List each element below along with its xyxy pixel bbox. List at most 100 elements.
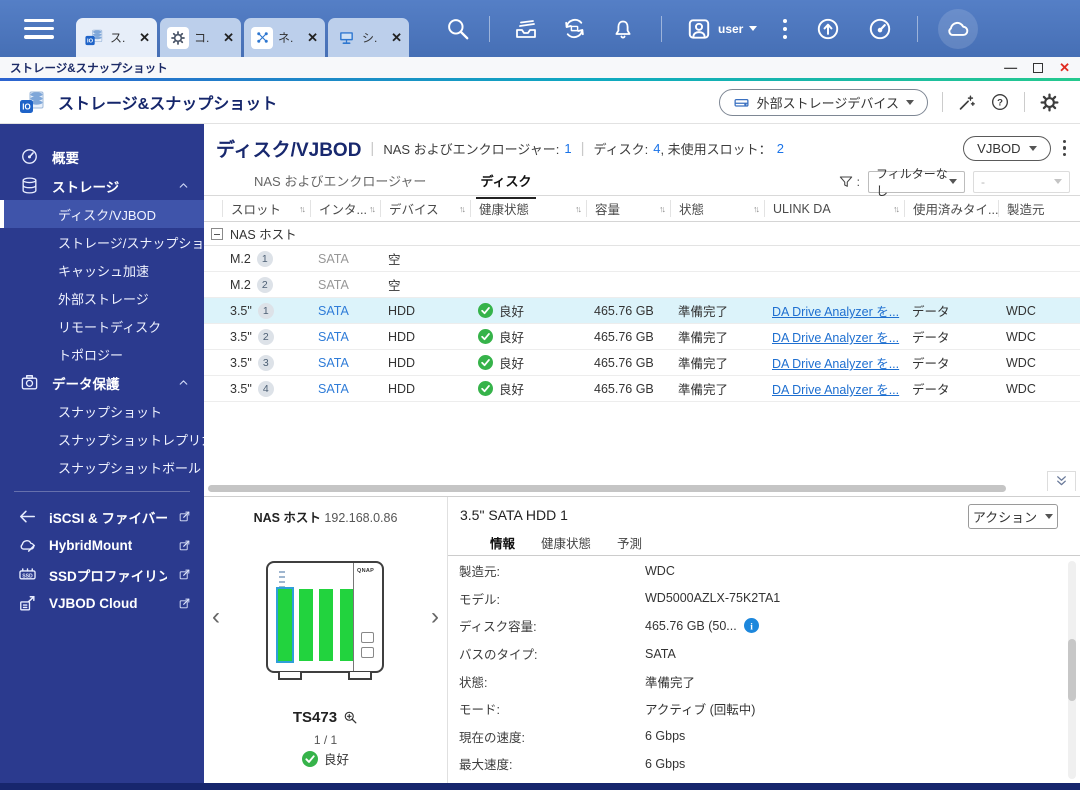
cell-interface[interactable]: SATA: [310, 382, 380, 396]
column-header-ULINK DA[interactable]: ULINK DA ↑↓: [764, 200, 904, 217]
app-tab-3[interactable]: ネ. ✕: [244, 18, 325, 57]
app-tab-1[interactable]: IO ス. ✕: [76, 18, 157, 57]
settings-gear-icon[interactable]: [1039, 92, 1060, 113]
ulink-da-link[interactable]: DA Drive Analyzer を...: [772, 379, 899, 398]
column-header-スロット[interactable]: スロット ↑↓: [222, 200, 310, 217]
previous-enclosure-icon[interactable]: ‹: [212, 605, 220, 629]
sidebar-external-iSCSI & ファイバーチ...[interactable]: iSCSI & ファイバーチ...: [0, 502, 204, 531]
close-tab-icon[interactable]: ✕: [139, 30, 150, 46]
column-header-製造元[interactable]: 製造元: [998, 200, 1080, 217]
detail-tab-予測[interactable]: 予測: [617, 533, 642, 552]
sync-icon[interactable]: [562, 16, 587, 41]
magic-wand-icon[interactable]: [957, 93, 976, 112]
sidebar-external-HybridMount[interactable]: HybridMount: [0, 531, 204, 560]
collapse-panel-button[interactable]: [1047, 471, 1076, 491]
help-icon[interactable]: ?: [990, 92, 1010, 112]
page-more-options-icon[interactable]: [1062, 139, 1066, 157]
detail-field-label: 現在の速度:: [459, 730, 525, 745]
sort-icon[interactable]: ↑↓: [893, 204, 900, 214]
app-tab-4[interactable]: シ. ✕: [328, 18, 409, 57]
column-header-使用済みタイ...[interactable]: 使用済みタイ...: [904, 200, 998, 217]
tab-ディスク[interactable]: ディスク: [476, 166, 536, 199]
sidebar-subitem-スナップショットレプリカ[interactable]: スナップショットレプリカ: [0, 425, 204, 453]
table-row-disk-3.5"-4[interactable]: 3.5" 4 SATA HDD 良好 465.76 GB 準備完了 DA Drive Anal…: [204, 376, 1080, 402]
chevron-up-icon[interactable]: [177, 179, 190, 192]
main-menu-icon[interactable]: [24, 18, 54, 39]
sidebar-subitem-ストレージ/スナップショ...[interactable]: ストレージ/スナップショ...: [0, 228, 204, 256]
vertical-scrollbar[interactable]: [1068, 561, 1076, 779]
search-icon[interactable]: [445, 16, 471, 42]
background-tasks-icon[interactable]: [815, 16, 841, 42]
zoom-in-icon[interactable]: [343, 710, 358, 725]
table-row-disk-3.5"-2[interactable]: 3.5" 2 SATA HDD 良好 465.76 GB 準備完了 DA Drive Anal…: [204, 324, 1080, 350]
sidebar-item-概要[interactable]: 概要: [0, 142, 204, 171]
filter-secondary-dropdown[interactable]: -: [973, 170, 1070, 193]
column-header-デバイス[interactable]: デバイス ↑↓: [380, 200, 470, 217]
action-button[interactable]: アクション: [968, 504, 1058, 529]
sidebar-item-ストレージ[interactable]: ストレージ: [0, 171, 204, 200]
drive-bay-4[interactable]: [339, 589, 354, 661]
detail-tab-健康状態[interactable]: 健康状態: [541, 533, 591, 552]
minimize-icon[interactable]: —: [1004, 61, 1017, 74]
maximize-icon[interactable]: [1033, 62, 1044, 73]
column-header-インタ...[interactable]: インタ... ↑↓: [310, 200, 380, 217]
detail-tab-情報[interactable]: 情報: [490, 533, 515, 552]
sidebar-subitem-スナップショットボールト[interactable]: スナップショットボールト: [0, 453, 204, 481]
sort-icon[interactable]: ↑↓: [753, 204, 760, 214]
ulink-da-link[interactable]: DA Drive Analyzer を...: [772, 301, 899, 320]
myqnapcloud-icon[interactable]: [938, 8, 979, 49]
sidebar-subitem-トポロジー[interactable]: トポロジー: [0, 340, 204, 368]
sidebar-subitem-キャッシュ加速[interactable]: キャッシュ加速: [0, 256, 204, 284]
close-icon[interactable]: ✕: [1059, 61, 1070, 74]
sort-icon[interactable]: ↑↓: [575, 204, 582, 214]
collapse-group-icon[interactable]: [211, 227, 223, 240]
sidebar-subitem-外部ストレージ[interactable]: 外部ストレージ: [0, 284, 204, 312]
sidebar-subitem-スナップショット[interactable]: スナップショット: [0, 397, 204, 425]
app-tab-2[interactable]: コ. ✕: [160, 18, 241, 57]
cell-interface[interactable]: SATA: [310, 304, 380, 318]
ulink-da-link[interactable]: DA Drive Analyzer を...: [772, 353, 899, 372]
column-header-健康状態[interactable]: 健康状態 ↑↓: [470, 200, 586, 217]
user-menu[interactable]: user: [686, 16, 758, 42]
column-header-状態[interactable]: 状態 ↑↓: [670, 200, 764, 217]
chevron-up-icon[interactable]: [177, 376, 190, 389]
sidebar-subitem-ディスク/VJBOD[interactable]: ディスク/VJBOD: [0, 200, 204, 228]
sort-icon[interactable]: ↑↓: [299, 204, 306, 214]
cell-interface[interactable]: SATA: [310, 356, 380, 370]
table-row-disk-M.2-1[interactable]: M.2 1 SATA 空: [204, 246, 1080, 272]
horizontal-scrollbar[interactable]: [208, 485, 1006, 492]
drive-bay-1[interactable]: [276, 587, 294, 663]
cell-interface[interactable]: SATA: [310, 330, 380, 344]
action-button-label: アクション: [972, 510, 1038, 525]
sidebar-subitem-リモートディスク[interactable]: リモートディスク: [0, 312, 204, 340]
funnel-icon[interactable]: [838, 174, 854, 190]
vjbod-button[interactable]: VJBOD: [963, 135, 1051, 161]
more-options-icon[interactable]: [783, 18, 788, 39]
sidebar-external-VJBOD Cloud[interactable]: VJBOD Cloud: [0, 589, 204, 618]
table-group-row[interactable]: NAS ホスト: [204, 222, 1080, 246]
table-row-disk-3.5"-1[interactable]: 3.5" 1 SATA HDD 良好 465.76 GB 準備完了 DA Drive Anal…: [204, 298, 1080, 324]
queue-icon[interactable]: [514, 17, 538, 41]
info-icon[interactable]: i: [743, 618, 759, 634]
sort-icon[interactable]: ↑↓: [369, 204, 376, 214]
next-enclosure-icon[interactable]: ›: [431, 605, 439, 629]
drive-bay-2[interactable]: [298, 589, 313, 661]
ulink-da-link[interactable]: DA Drive Analyzer を...: [772, 327, 899, 346]
table-row-disk-3.5"-3[interactable]: 3.5" 3 SATA HDD 良好 465.76 GB 準備完了 DA Drive Anal…: [204, 350, 1080, 376]
resource-monitor-icon[interactable]: [867, 16, 893, 42]
tab-NAS およびエンクロージャー[interactable]: NAS およびエンクロージャー: [250, 166, 430, 197]
close-tab-icon[interactable]: ✕: [223, 30, 234, 46]
close-tab-icon[interactable]: ✕: [391, 30, 402, 46]
filter-dropdown[interactable]: フィルターなし: [868, 167, 965, 198]
external-storage-device-button[interactable]: 外部ストレージデバイス: [718, 88, 928, 116]
table-row-disk-M.2-2[interactable]: M.2 2 SATA 空: [204, 272, 1080, 298]
sidebar-external-SSDプロファイリン...[interactable]: SSD SSDプロファイリン...: [0, 560, 204, 589]
sidebar-item-データ保護[interactable]: データ保護: [0, 368, 204, 397]
notifications-bell-icon[interactable]: [611, 17, 635, 41]
column-header-容量[interactable]: 容量 ↑↓: [586, 200, 670, 217]
sort-icon[interactable]: ↑↓: [659, 204, 666, 214]
column-label: インタ...: [319, 203, 367, 217]
sort-icon[interactable]: ↑↓: [459, 204, 466, 214]
drive-bay-3[interactable]: [319, 589, 333, 661]
close-tab-icon[interactable]: ✕: [307, 30, 318, 46]
